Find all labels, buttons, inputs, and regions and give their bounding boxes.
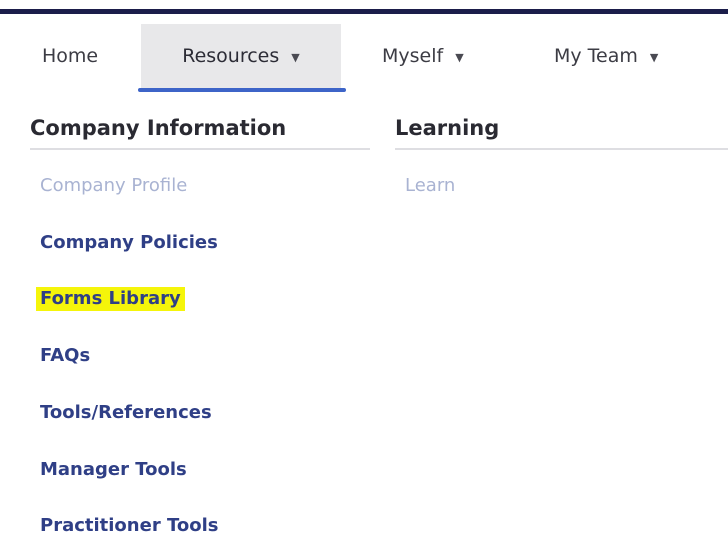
menu-item-practitioner-tools[interactable]: Practitioner Tools xyxy=(40,515,218,536)
menu-item-manager-tools[interactable]: Manager Tools xyxy=(40,459,187,480)
top-bar xyxy=(0,0,728,14)
top-bar-accent-line xyxy=(0,9,728,14)
company-information-heading: Company Information xyxy=(30,116,287,140)
nav-myself[interactable]: Myself ▼ xyxy=(382,24,464,88)
menu-item-company-policies[interactable]: Company Policies xyxy=(40,232,218,253)
learning-heading: Learning xyxy=(395,116,500,140)
nav-resources[interactable]: Resources ▼ xyxy=(141,24,341,88)
nav-home[interactable]: Home xyxy=(42,24,98,88)
menu-item-learn[interactable]: Learn xyxy=(405,175,455,196)
chevron-down-icon: ▼ xyxy=(455,50,464,64)
nav-home-label: Home xyxy=(42,45,99,67)
menu-item-tools-references[interactable]: Tools/References xyxy=(40,402,212,423)
chevron-down-icon: ▼ xyxy=(291,50,300,64)
menu-item-forms-library[interactable]: Forms Library xyxy=(36,287,185,311)
nav-resources-label: Resources xyxy=(182,45,280,67)
company-information-divider xyxy=(30,148,370,150)
menu-item-faqs[interactable]: FAQs xyxy=(40,345,90,366)
nav-my-team-label: My Team xyxy=(554,45,638,67)
learning-divider xyxy=(395,148,728,150)
nav-my-team[interactable]: My Team ▼ xyxy=(554,24,658,88)
menu-item-company-profile[interactable]: Company Profile xyxy=(40,175,187,196)
nav-myself-label: Myself xyxy=(382,45,444,67)
active-tab-indicator xyxy=(138,88,346,92)
chevron-down-icon: ▼ xyxy=(649,50,659,64)
main-nav: Home Resources ▼ Myself ▼ My Team ▼ xyxy=(0,24,728,92)
forms-library-highlight: Forms Library xyxy=(36,287,185,311)
